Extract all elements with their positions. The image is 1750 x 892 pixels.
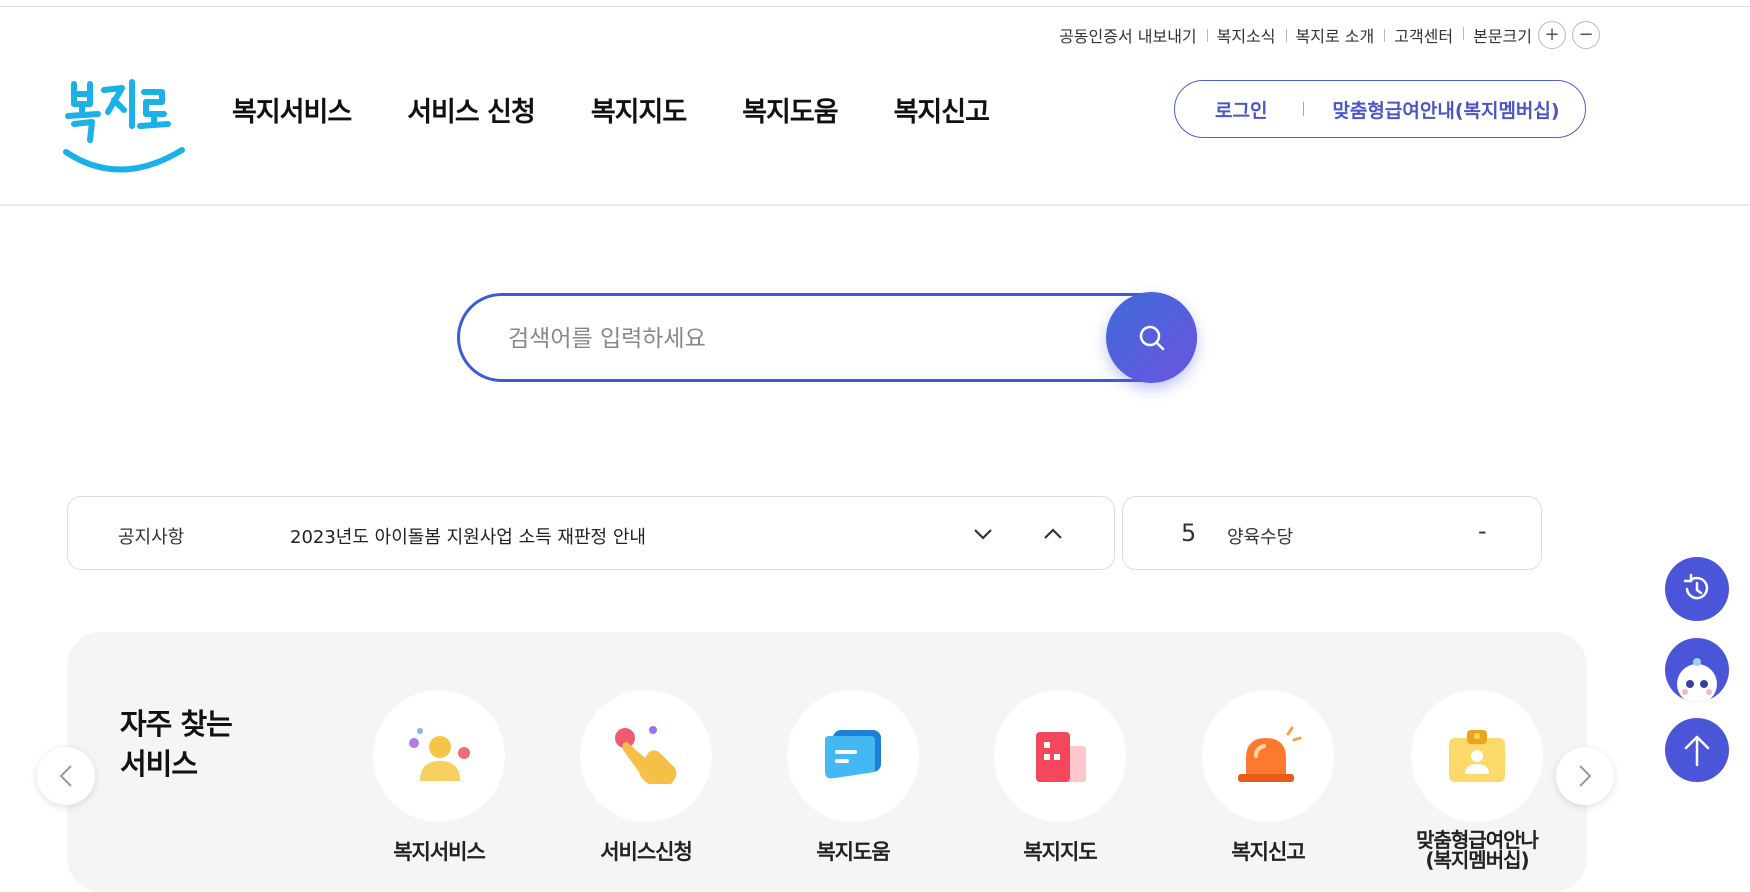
person-icon [409, 728, 470, 781]
nav-welfare-map[interactable]: 복지지도 [591, 90, 687, 129]
search-input[interactable] [506, 318, 1110, 360]
chat-icon [825, 730, 881, 779]
util-link-about[interactable]: 복지로 소개 [1285, 23, 1385, 47]
chevron-left-icon [59, 765, 72, 787]
carousel-next-button[interactable] [1556, 747, 1614, 805]
carousel-prev-button[interactable] [37, 747, 95, 805]
login-button[interactable]: 로그인 [1215, 96, 1267, 123]
text-size-plus-button[interactable]: + [1538, 21, 1566, 49]
search-box [457, 293, 1197, 382]
arrow-up-icon [1684, 735, 1710, 767]
keyword-change: - [1478, 517, 1487, 545]
util-link-customer-center[interactable]: 고객센터 [1384, 23, 1463, 47]
service-label: 복지지도 [1023, 840, 1097, 864]
service-label: 복지신고 [1231, 840, 1305, 864]
service-icon-wrap [994, 690, 1126, 822]
siren-icon [1238, 726, 1302, 782]
service-label: 맞춤형급여안나 (복지멤버십) [1416, 828, 1539, 872]
text-size-minus-button[interactable]: − [1572, 21, 1600, 49]
divider [1303, 102, 1305, 116]
service-membership[interactable]: 맞춤형급여안나 (복지멤버십) [1411, 690, 1543, 870]
service-icon-wrap [787, 690, 919, 822]
history-icon [1683, 573, 1709, 600]
service-icon-wrap [373, 690, 505, 822]
login-box: 로그인 맞춤형급여안내(복지멤버십) [1174, 80, 1586, 138]
nav-welfare-service[interactable]: 복지서비스 [232, 90, 352, 129]
chatbot-mascot-icon [1677, 658, 1717, 702]
scroll-top-button[interactable] [1665, 718, 1729, 782]
header-divider [0, 204, 1750, 206]
service-welfare-help[interactable]: 복지도움 [787, 690, 919, 866]
main-navigation: 복지서비스 서비스 신청 복지지도 복지도움 복지신고 [232, 90, 1045, 129]
hand-pointer-icon [615, 726, 677, 784]
membership-button[interactable]: 맞춤형급여안내(복지멤버십) [1332, 96, 1559, 123]
top-border [0, 0, 1750, 7]
service-welfare-service[interactable]: 복지서비스 [373, 690, 505, 866]
service-label: 서비스신청 [600, 840, 693, 864]
chevron-right-icon [1579, 765, 1592, 787]
notice-bar: 공지사항 2023년도 아이돌봄 지원사업 소득 재판정 안내 [67, 496, 1115, 570]
notice-label: 공지사항 [118, 527, 185, 548]
logo-icon [63, 79, 185, 173]
notice-prev-button[interactable] [1038, 519, 1068, 549]
popular-keyword[interactable]: 5 양육수당 - [1122, 496, 1542, 570]
id-badge-icon [1449, 730, 1505, 782]
util-link-certificate[interactable]: 공동인증서 내보내기 [1049, 23, 1207, 47]
notice-next-button[interactable] [968, 519, 998, 549]
service-label: 복지도움 [816, 840, 890, 864]
text-size-control: 본문크기 + − [1463, 21, 1600, 49]
chevron-down-icon [974, 529, 992, 540]
text-size-label: 본문크기 [1473, 27, 1532, 46]
building-icon [1036, 732, 1086, 782]
service-welfare-report[interactable]: 복지신고 [1202, 690, 1334, 866]
site-logo[interactable] [60, 70, 190, 185]
service-label: 복지서비스 [393, 840, 486, 864]
frequent-services-title: 자주 찾는 서비스 [120, 707, 233, 781]
nav-welfare-report[interactable]: 복지신고 [894, 90, 990, 129]
nav-service-apply[interactable]: 서비스 신청 [407, 90, 536, 129]
service-icon-wrap [580, 690, 712, 822]
chevron-up-icon [1044, 528, 1062, 539]
utility-bar: 공동인증서 내보내기 복지소식 복지로 소개 고객센터 본문크기 + − [1049, 21, 1600, 49]
service-apply[interactable]: 서비스신청 [580, 690, 712, 866]
keyword-text: 양육수당 [1227, 527, 1294, 548]
chatbot-button[interactable] [1665, 638, 1729, 702]
recent-history-button[interactable] [1665, 557, 1729, 621]
search-icon [1139, 325, 1164, 350]
keyword-rank: 5 [1181, 519, 1197, 547]
search-button[interactable] [1106, 292, 1197, 383]
nav-welfare-help[interactable]: 복지도움 [742, 90, 838, 129]
notice-text[interactable]: 2023년도 아이돌봄 지원사업 소득 재판정 안내 [290, 523, 646, 549]
util-link-news[interactable]: 복지소식 [1206, 23, 1286, 47]
service-welfare-map[interactable]: 복지지도 [994, 690, 1126, 866]
service-icon-wrap [1202, 690, 1334, 822]
service-icon-wrap [1411, 690, 1543, 822]
